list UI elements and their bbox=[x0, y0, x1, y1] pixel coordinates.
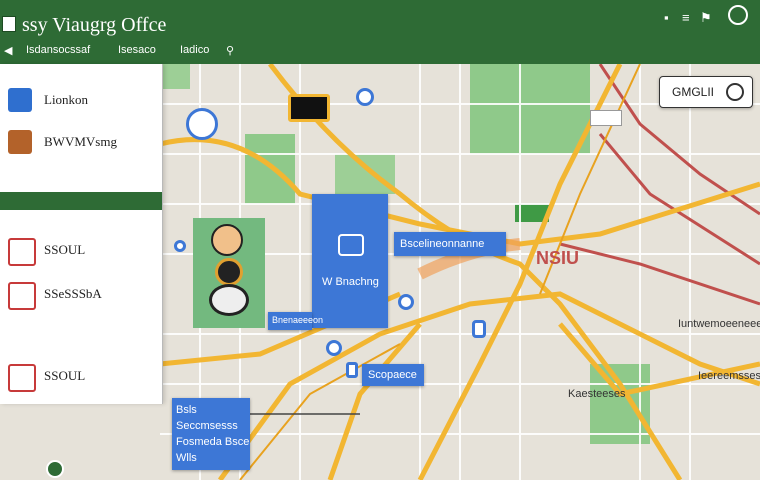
map-search-box[interactable]: GMGLII bbox=[659, 76, 753, 108]
sidebar-item-label: SSOUL bbox=[44, 242, 86, 257]
pin-icon[interactable]: ⚲ bbox=[226, 44, 234, 57]
place-card-bottom-line3: Fosmeda Bsce bbox=[176, 436, 250, 448]
place-card-main-label: W Bnachng bbox=[322, 276, 379, 288]
area-label: Kaesteeses bbox=[568, 388, 626, 400]
character-base-icon bbox=[209, 284, 249, 316]
area-label: Iuntwemoeeneeees bbox=[678, 318, 760, 330]
place-card-top-label: Bscelineonnanne bbox=[400, 238, 485, 250]
sidebar-item-label: BWVMVsmg bbox=[44, 134, 117, 149]
toolbar-item-2[interactable]: Isesaco bbox=[118, 44, 156, 56]
shield-icon bbox=[8, 238, 36, 266]
sidebar-item-2[interactable]: SSOUL bbox=[8, 234, 158, 270]
sidebar-item-0[interactable]: Lionkon bbox=[8, 84, 158, 120]
area-label: Ieereemsses bbox=[698, 370, 760, 382]
sidebar-item-3[interactable]: SSeSSSbA bbox=[8, 278, 158, 314]
menu-icon[interactable]: ≡ bbox=[682, 10, 690, 25]
place-card-mid[interactable]: Scopaece bbox=[362, 364, 424, 386]
place-card-bottom[interactable]: Bsls Seccmsesss Fosmeda Bsce Wlls bbox=[172, 398, 250, 470]
toolbar-item-3[interactable]: Iadico bbox=[180, 44, 209, 56]
app-title: ssy Viaugrg Offce bbox=[22, 14, 167, 36]
sidebar: Lionkon BWVMVsmg SSOUL SSeSSSbA SSOUL bbox=[0, 64, 163, 404]
location-pin-icon[interactable] bbox=[326, 340, 342, 356]
character-body-icon bbox=[215, 258, 243, 286]
building-marker bbox=[590, 110, 622, 126]
place-card-bottom-line1: Bsls bbox=[176, 404, 197, 416]
location-icon[interactable] bbox=[726, 83, 744, 101]
park-area bbox=[160, 64, 190, 89]
location-pin-icon[interactable] bbox=[186, 108, 218, 140]
park-area bbox=[335, 154, 395, 194]
tv-icon[interactable] bbox=[288, 94, 330, 122]
sidebar-item-1[interactable]: BWVMVsmg bbox=[8, 126, 158, 162]
location-pin-icon[interactable] bbox=[346, 362, 358, 378]
building-icon bbox=[8, 130, 32, 154]
place-card-top[interactable]: Bscelineonnanne bbox=[394, 232, 506, 256]
park-area bbox=[470, 64, 590, 154]
location-pin-icon[interactable] bbox=[398, 294, 414, 310]
character-face-icon bbox=[211, 224, 243, 256]
location-pin-icon[interactable] bbox=[472, 320, 486, 338]
map-search-label: GMGLII bbox=[672, 85, 715, 99]
sidebar-item-label: SSeSSSbA bbox=[44, 286, 102, 301]
location-pin-icon[interactable] bbox=[174, 240, 186, 252]
place-card-bottom-line2: Seccmsesss bbox=[176, 420, 238, 432]
app-logo-icon bbox=[2, 16, 16, 32]
sidebar-item-label: SSOUL bbox=[44, 368, 86, 383]
place-card-small[interactable]: Bnenaeeeon bbox=[268, 312, 323, 330]
park-area bbox=[245, 134, 295, 204]
sidebar-item-4[interactable]: SSOUL bbox=[8, 360, 158, 396]
profile-avatar[interactable] bbox=[728, 5, 748, 25]
flag-icon[interactable]: ⚑ bbox=[700, 10, 712, 26]
app-header: ssy Viaugrg Offce ◀ Isdansocssaf Isesaco… bbox=[0, 0, 760, 64]
sidebar-divider bbox=[0, 192, 162, 210]
district-label: NSIU bbox=[536, 248, 580, 268]
place-card-small-label: Bnenaeeeon bbox=[272, 315, 324, 325]
toolbar-item-1[interactable]: Isdansocssaf bbox=[26, 44, 90, 56]
minimize-icon[interactable]: ▪ bbox=[664, 10, 669, 25]
camera-icon bbox=[338, 234, 364, 256]
place-card-mid-label: Scopaece bbox=[368, 369, 417, 381]
place-card-main[interactable]: W Bnachng bbox=[312, 194, 388, 328]
character-tile[interactable] bbox=[193, 218, 265, 328]
back-arrow-icon[interactable]: ◀ bbox=[4, 44, 12, 57]
location-icon bbox=[8, 88, 32, 112]
shield-icon bbox=[8, 282, 36, 310]
place-card-bottom-line4: Wlls bbox=[176, 452, 197, 464]
map-logo-icon bbox=[46, 460, 64, 478]
shield-icon bbox=[8, 364, 36, 392]
location-pin-icon[interactable] bbox=[356, 88, 374, 106]
sidebar-item-label: Lionkon bbox=[44, 92, 89, 107]
